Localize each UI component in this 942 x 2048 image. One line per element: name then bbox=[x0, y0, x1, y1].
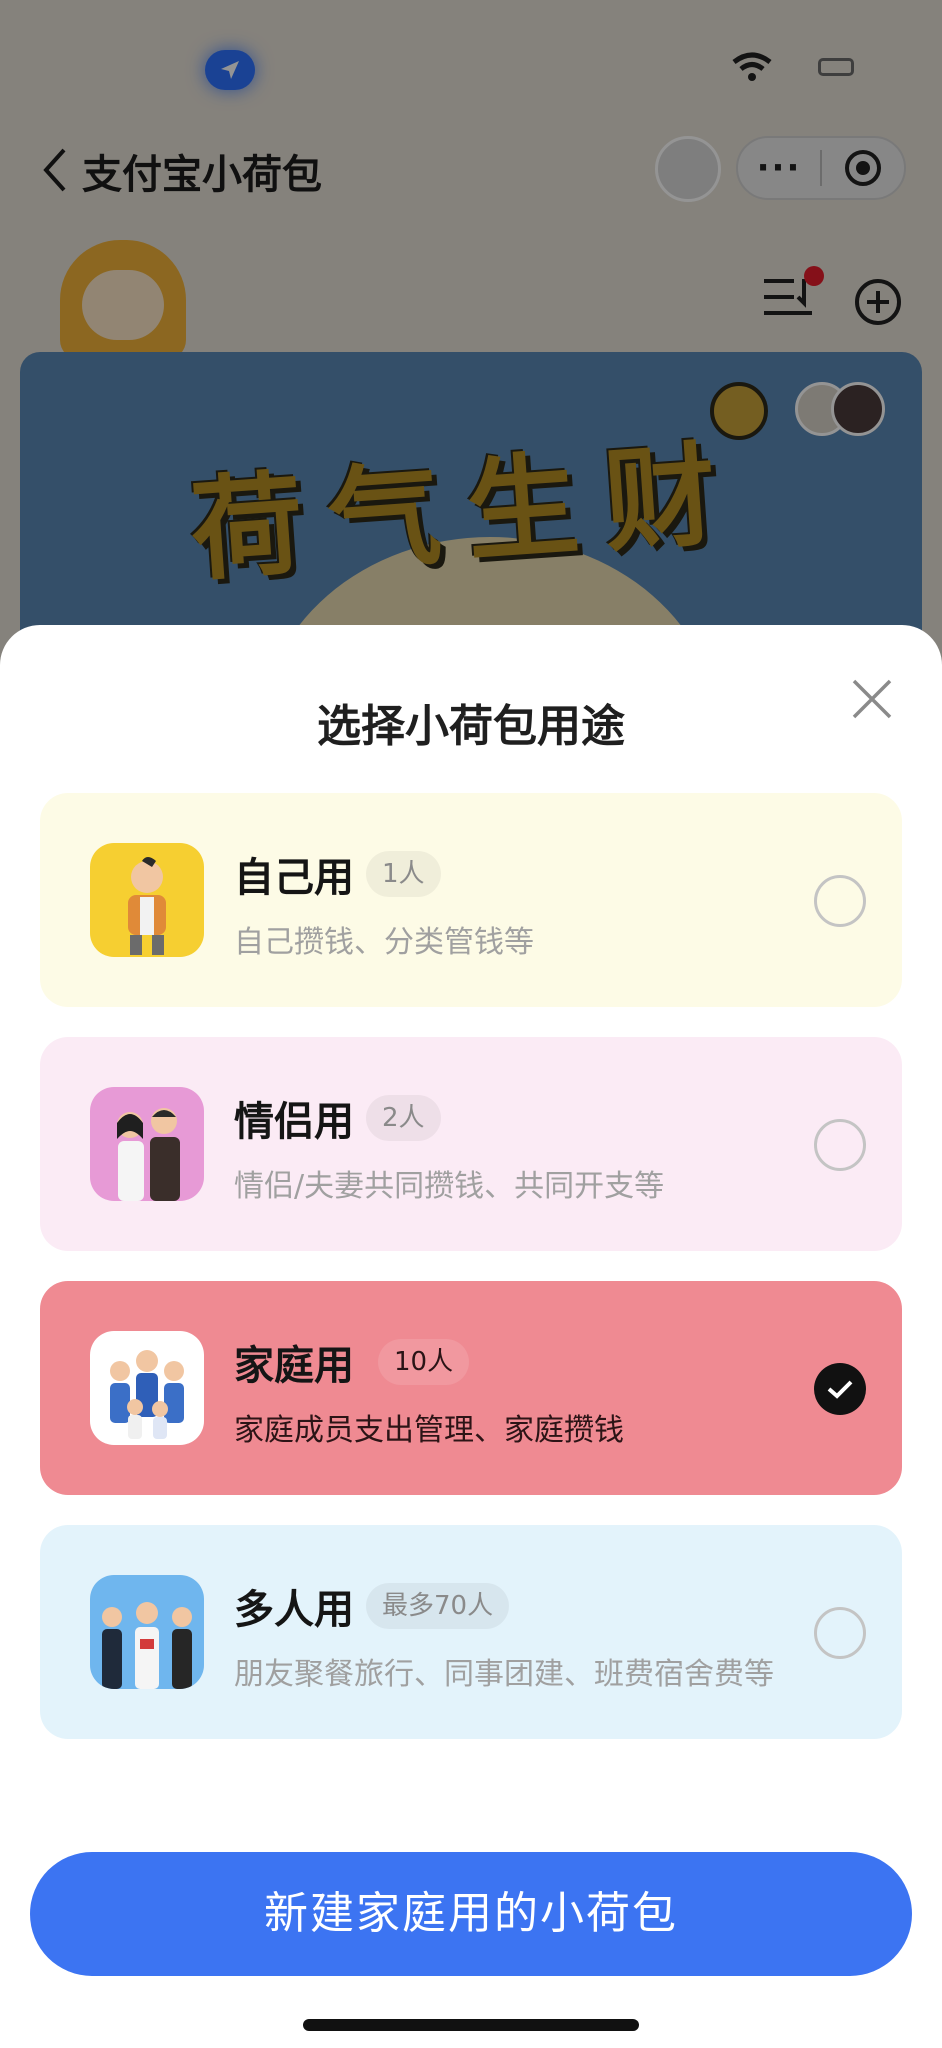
couple-illustration bbox=[90, 1087, 204, 1201]
purpose-bottom-sheet: 选择小荷包用途 自己用 1人 自己攒钱、分类管钱等 情侣用 2人 情侣/夫妻共同… bbox=[0, 625, 942, 2048]
check-icon bbox=[827, 1380, 853, 1399]
close-icon[interactable] bbox=[850, 677, 894, 721]
radio-button-selected[interactable] bbox=[814, 1363, 866, 1415]
option-description: 自己攒钱、分类管钱等 bbox=[234, 925, 534, 960]
home-indicator bbox=[303, 2019, 639, 2031]
option-description: 家庭成员支出管理、家庭攒钱 bbox=[234, 1413, 624, 1448]
option-title: 多人用 bbox=[234, 1587, 354, 1633]
multi-illustration bbox=[90, 1575, 204, 1689]
radio-button[interactable] bbox=[814, 875, 866, 927]
sheet-title: 选择小荷包用途 bbox=[317, 701, 625, 752]
radio-button[interactable] bbox=[814, 1119, 866, 1171]
option-title: 家庭用 bbox=[234, 1343, 354, 1389]
radio-button[interactable] bbox=[814, 1607, 866, 1659]
member-count-badge: 1人 bbox=[366, 851, 441, 897]
member-count-badge: 最多70人 bbox=[366, 1583, 510, 1629]
option-multi[interactable]: 多人用 最多70人 朋友聚餐旅行、同事团建、班费宿舍费等 bbox=[40, 1525, 902, 1739]
option-couple[interactable]: 情侣用 2人 情侣/夫妻共同攒钱、共同开支等 bbox=[40, 1037, 902, 1251]
option-description: 情侣/夫妻共同攒钱、共同开支等 bbox=[234, 1169, 665, 1204]
self-illustration bbox=[90, 843, 204, 957]
family-illustration bbox=[90, 1331, 204, 1445]
option-self[interactable]: 自己用 1人 自己攒钱、分类管钱等 bbox=[40, 793, 902, 1007]
option-title: 情侣用 bbox=[234, 1099, 354, 1145]
member-count-badge: 10人 bbox=[378, 1339, 470, 1385]
member-count-badge: 2人 bbox=[366, 1095, 441, 1141]
option-title: 自己用 bbox=[234, 855, 354, 901]
option-description: 朋友聚餐旅行、同事团建、班费宿舍费等 bbox=[234, 1657, 774, 1692]
option-family[interactable]: 家庭用 10人 家庭成员支出管理、家庭攒钱 bbox=[40, 1281, 902, 1495]
create-wallet-button[interactable]: 新建家庭用的小荷包 bbox=[30, 1852, 912, 1976]
